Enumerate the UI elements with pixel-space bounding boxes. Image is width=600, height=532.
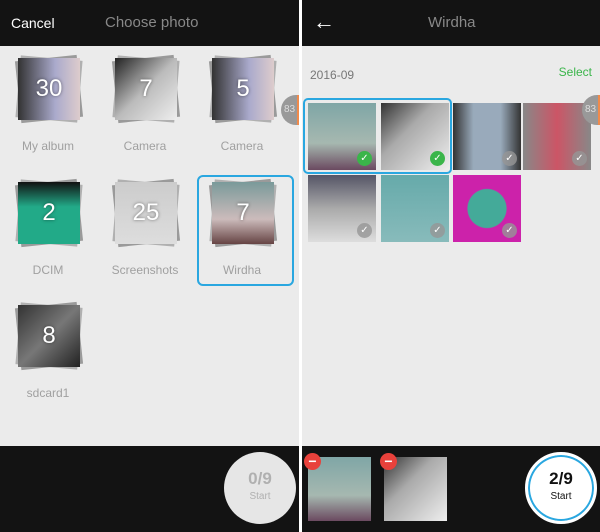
selected-tray: − − 2/9 Start — [302, 446, 600, 532]
date-header: 2016-09 — [310, 68, 355, 82]
album-count: 7 — [115, 58, 177, 120]
selection-counter: 0/9 — [248, 469, 272, 488]
start-button[interactable]: 0/9 Start — [224, 452, 296, 524]
start-button[interactable]: 2/9 Start — [525, 452, 597, 524]
album-thumbnail: 7 — [197, 177, 287, 249]
check-icon[interactable]: ✓ — [572, 151, 587, 166]
album-thumbnail: 25 — [100, 177, 190, 249]
start-label: Start — [550, 491, 572, 502]
album-thumbnail: 8 — [3, 300, 93, 372]
photo-thumbnail[interactable]: ✓ — [381, 175, 449, 242]
check-icon[interactable]: ✓ — [430, 223, 445, 238]
album-3[interactable]: 2 DCIM — [3, 177, 93, 277]
album-count: 8 — [18, 305, 80, 367]
album-2[interactable]: 5 Camera — [197, 53, 287, 153]
album-name: sdcard1 — [26, 386, 70, 400]
selection-counter: 2/9 — [549, 469, 573, 488]
album-photos-panel: ← Wirdha 2016-09 Select ✓ ✓ ✓ ✓ ✓ ✓ ✓ 83 − − 2… — [302, 0, 600, 532]
album-thumbnail: 7 — [100, 53, 190, 125]
bottom-bar: 0/9 Start — [0, 446, 299, 532]
check-icon[interactable]: ✓ — [430, 151, 445, 166]
album-5[interactable]: 7 Wirdha — [197, 177, 287, 277]
album-name: Camera — [123, 139, 167, 153]
album-0[interactable]: 30 My album — [3, 53, 93, 153]
remove-icon[interactable]: − — [304, 453, 321, 470]
photo-thumbnail[interactable]: ✓ — [453, 103, 521, 170]
album-count: 5 — [212, 58, 274, 120]
start-label: Start — [249, 491, 271, 502]
header: ← Wirdha — [302, 0, 600, 46]
check-icon[interactable]: ✓ — [502, 223, 517, 238]
photo-thumbnail[interactable]: ✓ — [381, 103, 449, 170]
check-icon[interactable]: ✓ — [357, 223, 372, 238]
album-6[interactable]: 8 sdcard1 — [3, 300, 93, 400]
photo-thumbnail[interactable]: ✓ — [308, 175, 376, 242]
album-title: Wirdha — [428, 14, 476, 31]
arrow-left-icon[interactable]: ← — [313, 9, 335, 35]
choose-photo-panel: Cancel Choose photo 30 My album 7 Camera 5 Ca… — [0, 0, 299, 532]
album-thumbnail: 5 — [197, 53, 287, 125]
album-thumbnail: 30 — [3, 53, 93, 125]
album-count: 7 — [212, 182, 274, 244]
album-name: Camera — [220, 139, 264, 153]
album-count: 2 — [18, 182, 80, 244]
page-title: Choose photo — [105, 14, 199, 31]
photo-thumbnail[interactable]: ✓ — [523, 103, 591, 170]
header: Cancel Choose photo — [0, 0, 299, 46]
album-thumbnail: 2 — [3, 177, 93, 249]
album-name: My album — [21, 139, 74, 153]
check-icon[interactable]: ✓ — [502, 151, 517, 166]
photo-thumbnail[interactable]: ✓ — [453, 175, 521, 242]
select-button[interactable]: Select — [559, 65, 592, 79]
check-icon[interactable]: ✓ — [357, 151, 372, 166]
remove-icon[interactable]: − — [380, 453, 397, 470]
album-name: Screenshots — [111, 263, 179, 277]
photo-thumbnail[interactable]: ✓ — [308, 103, 376, 170]
album-count: 30 — [18, 58, 80, 120]
album-1[interactable]: 7 Camera — [100, 53, 190, 153]
album-name: DCIM — [32, 263, 64, 277]
cancel-button[interactable]: Cancel — [11, 15, 55, 31]
album-name: Wirdha — [222, 263, 261, 277]
album-count: 25 — [115, 182, 177, 244]
album-4[interactable]: 25 Screenshots — [100, 177, 190, 277]
